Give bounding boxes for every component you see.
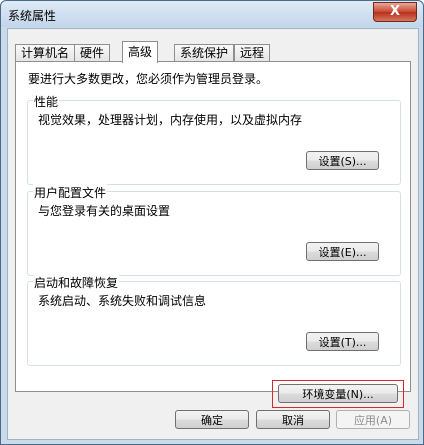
close-button[interactable]: X <box>373 2 417 22</box>
user-profiles-group-title: 用户配置文件 <box>33 184 108 201</box>
tab-computer-name[interactable]: 计算机名 <box>15 44 76 62</box>
performance-group: 性能 视觉效果，处理器计划，内存使用，以及虚拟内存 设置(S)... <box>27 93 401 185</box>
tab-advanced[interactable]: 高级 <box>122 41 159 63</box>
performance-description: 视觉效果，处理器计划，内存使用，以及虚拟内存 <box>38 113 303 127</box>
user-profiles-description: 与您登录有关的桌面设置 <box>38 204 171 218</box>
admin-notice: 要进行大多数更改，您必须作为管理员登录。 <box>28 72 269 86</box>
startup-recovery-group-title: 启动和故障恢复 <box>33 274 120 291</box>
apply-button[interactable]: 应用(A) <box>336 410 410 429</box>
startup-recovery-group: 启动和故障恢复 系统启动、系统失败和调试信息 设置(T)... <box>27 274 401 366</box>
advanced-tab-panel: 要进行大多数更改，您必须作为管理员登录。 性能 视觉效果，处理器计划，内存使用，… <box>15 61 411 408</box>
cancel-button[interactable]: 取消 <box>256 410 330 429</box>
tab-remote[interactable]: 远程 <box>234 44 271 62</box>
performance-settings-button[interactable]: 设置(S)... <box>306 151 379 170</box>
tab-hardware[interactable]: 硬件 <box>74 44 111 62</box>
system-properties-window: 系统属性 X 计算机名 硬件 高级 系统保护 远程 要进行大多数更改，您必须作为… <box>0 0 424 445</box>
performance-group-title: 性能 <box>33 93 60 110</box>
user-profiles-settings-button[interactable]: 设置(E)... <box>306 242 379 261</box>
dialog-client-area: 计算机名 硬件 高级 系统保护 远程 要进行大多数更改，您必须作为管理员登录。 … <box>7 28 419 440</box>
title-bar[interactable]: 系统属性 X <box>1 1 423 27</box>
user-profiles-group: 用户配置文件 与您登录有关的桌面设置 设置(E)... <box>27 184 401 276</box>
environment-variables-button[interactable]: 环境变量(N)... <box>278 384 398 403</box>
startup-recovery-description: 系统启动、系统失败和调试信息 <box>38 294 207 308</box>
ok-button[interactable]: 确定 <box>175 410 249 429</box>
close-icon: X <box>389 4 401 19</box>
window-title: 系统属性 <box>8 9 57 23</box>
startup-recovery-settings-button[interactable]: 设置(T)... <box>306 332 379 351</box>
tab-system-protection[interactable]: 系统保护 <box>174 44 235 62</box>
